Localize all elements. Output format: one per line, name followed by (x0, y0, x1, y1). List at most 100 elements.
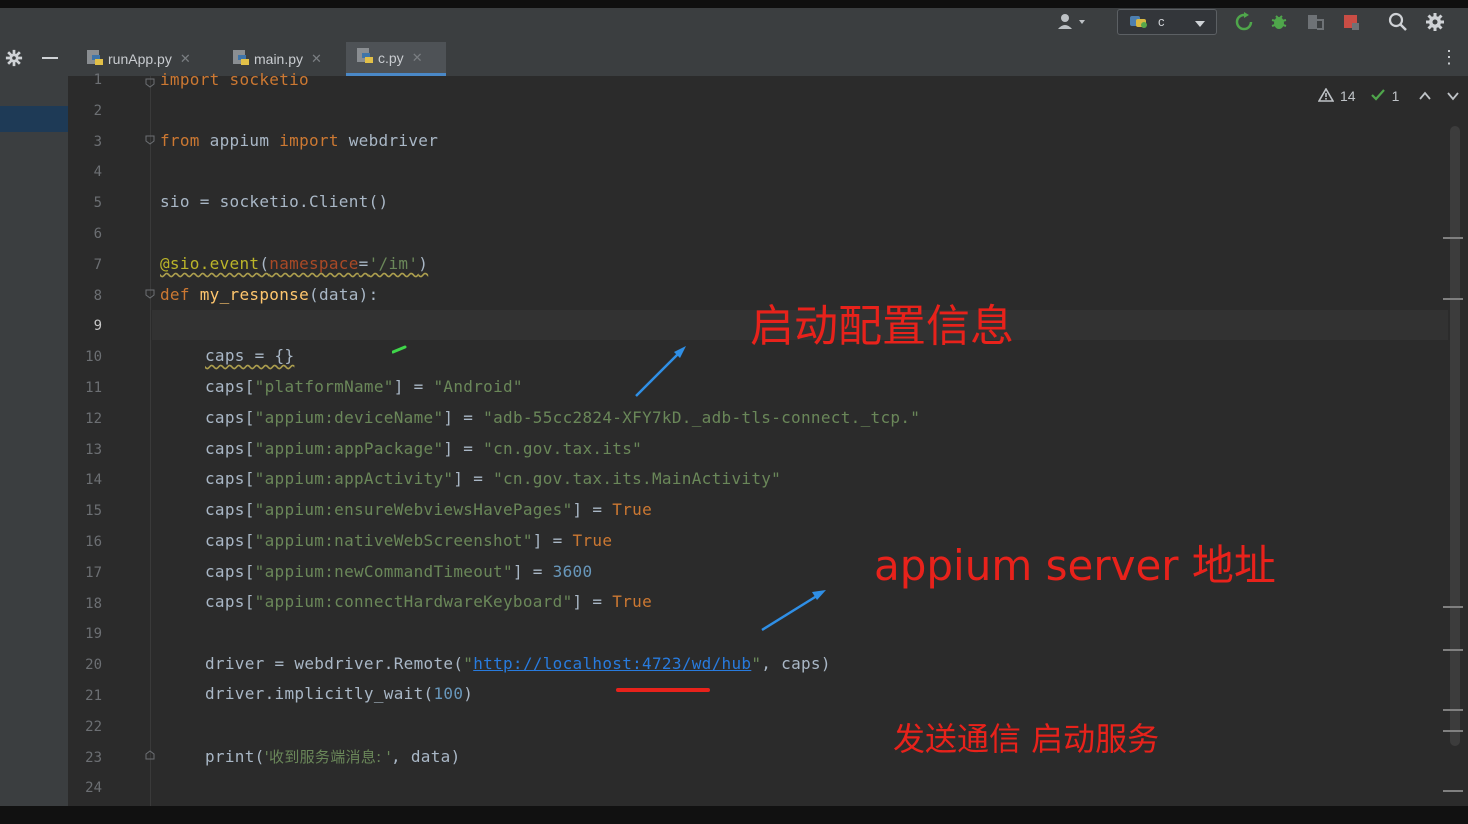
code-token: ( (259, 254, 270, 273)
attach-icon[interactable] (1304, 10, 1326, 34)
vertical-scrollbar[interactable] (1450, 126, 1460, 746)
line-number: 1 (93, 72, 102, 88)
code-token: from (160, 131, 200, 150)
code-line-5[interactable]: sio = socketio.Client() (160, 192, 388, 211)
code-token: caps[ (205, 531, 255, 550)
line-number: 11 (85, 380, 102, 396)
code-token: (data): (309, 285, 379, 304)
code-token: caps = {} (205, 346, 295, 365)
close-icon[interactable]: ✕ (180, 51, 191, 67)
line-number: 23 (85, 749, 102, 766)
code-token: ] = (572, 592, 613, 611)
code-token: ) (418, 254, 429, 273)
code-token: "cn.gov.tax.its" (483, 439, 643, 458)
stop-icon[interactable] (1340, 10, 1362, 34)
line-number: 18 (85, 595, 102, 612)
code-token: caps[ (205, 439, 255, 458)
code-line-13[interactable]: caps["appium:appPackage"] = "cn.gov.tax.… (205, 439, 642, 458)
cursor-mark (392, 345, 407, 354)
code-token: '收到服务端消息: ' (264, 748, 391, 766)
code-line-18[interactable]: caps["appium:connectHardwareKeyboard"] =… (205, 592, 652, 611)
code-line-20[interactable]: driver = webdriver.Remote("http://localh… (205, 654, 831, 673)
line-number: 2 (93, 102, 102, 119)
code-line-15[interactable]: caps["appium:ensureWebviewsHavePages"] =… (205, 500, 652, 519)
search-icon[interactable] (1387, 10, 1409, 34)
code-line-23[interactable]: print('收到服务端消息: ', data) (205, 746, 461, 767)
minimize-icon[interactable] (42, 57, 58, 59)
line-number: 4 (93, 164, 102, 181)
fold-icon[interactable] (145, 289, 155, 299)
code-line-10[interactable]: caps = {} (205, 346, 294, 365)
code-token: caps[ (205, 469, 255, 488)
scroll-marker (1443, 790, 1463, 792)
code-token: caps[ (205, 408, 255, 427)
rerun-icon[interactable] (1233, 10, 1255, 34)
line-number: 13 (85, 441, 102, 458)
code-token: ] = (443, 408, 484, 427)
python-file-icon (232, 49, 250, 70)
user-icon[interactable] (1054, 10, 1090, 34)
code-token: driver = webdriver.Remote( (205, 654, 464, 673)
warning-icon (1317, 86, 1335, 105)
url-link[interactable]: http://localhost:4723/wd/hub (473, 654, 751, 673)
run-config-dropdown[interactable]: c (1117, 9, 1217, 35)
more-options-icon[interactable]: ⋮ (1440, 48, 1458, 66)
tab-c[interactable]: c.py ✕ (346, 42, 446, 76)
code-token: "appium:appPackage" (254, 439, 444, 458)
arrow-server (761, 590, 826, 632)
close-icon[interactable]: ✕ (412, 50, 423, 66)
chevron-up-icon[interactable] (1419, 88, 1432, 104)
gear-icon[interactable] (1424, 10, 1446, 34)
code-line-8[interactable]: def my_response(data): (160, 285, 379, 304)
debug-icon[interactable] (1268, 10, 1290, 34)
check-icon (1370, 88, 1386, 105)
code-line-12[interactable]: caps["appium:deviceName"] = "adb-55cc282… (205, 408, 920, 427)
code-token: "appium:appActivity" (254, 469, 454, 488)
gutter-divider (150, 76, 151, 806)
scroll-marker (1443, 730, 1463, 732)
python-file-icon (356, 47, 374, 68)
code-token: ] = (393, 377, 434, 396)
project-selected-item[interactable] (0, 106, 68, 132)
chevron-down-icon[interactable] (1447, 88, 1460, 104)
line-number: 8 (93, 287, 102, 304)
code-token: appium (199, 131, 280, 150)
line-number: 20 (85, 657, 102, 674)
settings-icon[interactable] (5, 49, 23, 72)
code-line-16[interactable]: caps["appium:nativeWebScreenshot"] = Tru… (205, 531, 612, 550)
code-line-7[interactable]: @sio.event(namespace='/im') (160, 254, 428, 273)
tab-label: main.py (254, 51, 304, 67)
inspection-widget[interactable]: 14 1 (1317, 86, 1460, 106)
code-token: "appium:ensureWebviewsHavePages" (254, 500, 573, 519)
fold-icon[interactable] (145, 750, 155, 760)
fold-icon[interactable] (145, 135, 155, 145)
scroll-marker (1443, 606, 1463, 608)
code-token: "appium:newCommandTimeout" (254, 562, 513, 581)
run-config-label: c (1158, 14, 1165, 29)
code-token: ] = (512, 562, 553, 581)
code-token: ] = (453, 469, 494, 488)
code-token: def (160, 285, 190, 304)
code-line-21[interactable]: driver.implicitly_wait(100) (205, 684, 473, 703)
line-number: 14 (85, 472, 102, 489)
code-token: "appium:deviceName" (254, 408, 444, 427)
code-token: 3600 (552, 562, 593, 581)
code-line-14[interactable]: caps["appium:appActivity"] = "cn.gov.tax… (205, 469, 781, 488)
python-file-icon (86, 49, 104, 70)
line-number: 6 (93, 226, 102, 242)
window-top-edge (0, 0, 1468, 8)
code-token: @sio.event (160, 254, 260, 273)
code-line-1[interactable]: import socketio (160, 70, 309, 89)
code-line-17[interactable]: caps["appium:newCommandTimeout"] = 3600 (205, 562, 592, 581)
code-text: import socketio (160, 70, 309, 89)
close-icon[interactable]: ✕ (311, 51, 322, 67)
code-token: "appium:connectHardwareKeyboard" (254, 592, 573, 611)
code-line-11[interactable]: caps["platformName"] = "Android" (205, 377, 523, 396)
code-token: ) (463, 684, 474, 703)
code-token: caps[ (205, 592, 255, 611)
scroll-marker (1443, 237, 1463, 239)
code-token: caps[ (205, 562, 255, 581)
code-token: "Android" (433, 377, 523, 396)
code-line-3[interactable]: from appium import webdriver (160, 131, 438, 150)
fold-icon[interactable] (145, 78, 155, 88)
